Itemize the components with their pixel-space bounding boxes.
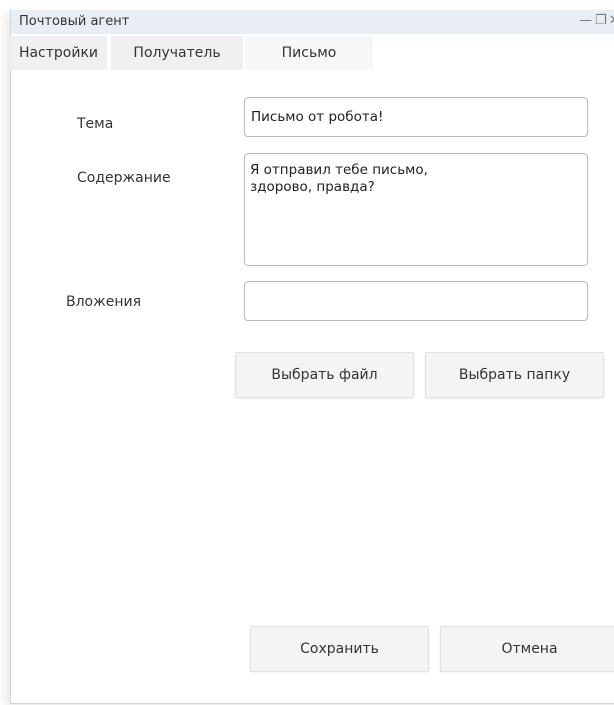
close-icon[interactable]: ✕ [609, 13, 614, 28]
subject-input[interactable] [244, 97, 588, 137]
save-button[interactable]: Сохранить [250, 626, 429, 672]
cancel-button[interactable]: Отмена [440, 626, 614, 672]
mail-agent-window: Почтовый агент — ❐ ✕ Настройки Получател… [10, 10, 614, 704]
attachments-input[interactable] [244, 281, 588, 321]
subject-label: Тема [77, 116, 114, 132]
tab-bar: Настройки Получатель Письмо [10, 34, 614, 70]
content-label: Содержание [77, 170, 171, 186]
tab-letter[interactable]: Письмо [245, 36, 373, 70]
content-textarea[interactable]: Я отправил тебе письмо, здорово, правда? [244, 153, 588, 266]
choose-file-button[interactable]: Выбрать файл [235, 352, 414, 398]
choose-folder-button[interactable]: Выбрать папку [425, 352, 604, 398]
tab-settings[interactable]: Настройки [10, 36, 107, 70]
window-title: Почтовый агент [19, 14, 130, 29]
minimize-icon[interactable]: — [579, 13, 592, 28]
title-bar[interactable]: Почтовый агент — ❐ ✕ [11, 10, 614, 34]
restore-icon[interactable]: ❐ [595, 13, 607, 28]
tab-recipient[interactable]: Получатель [111, 36, 243, 70]
attachments-label: Вложения [66, 294, 142, 310]
